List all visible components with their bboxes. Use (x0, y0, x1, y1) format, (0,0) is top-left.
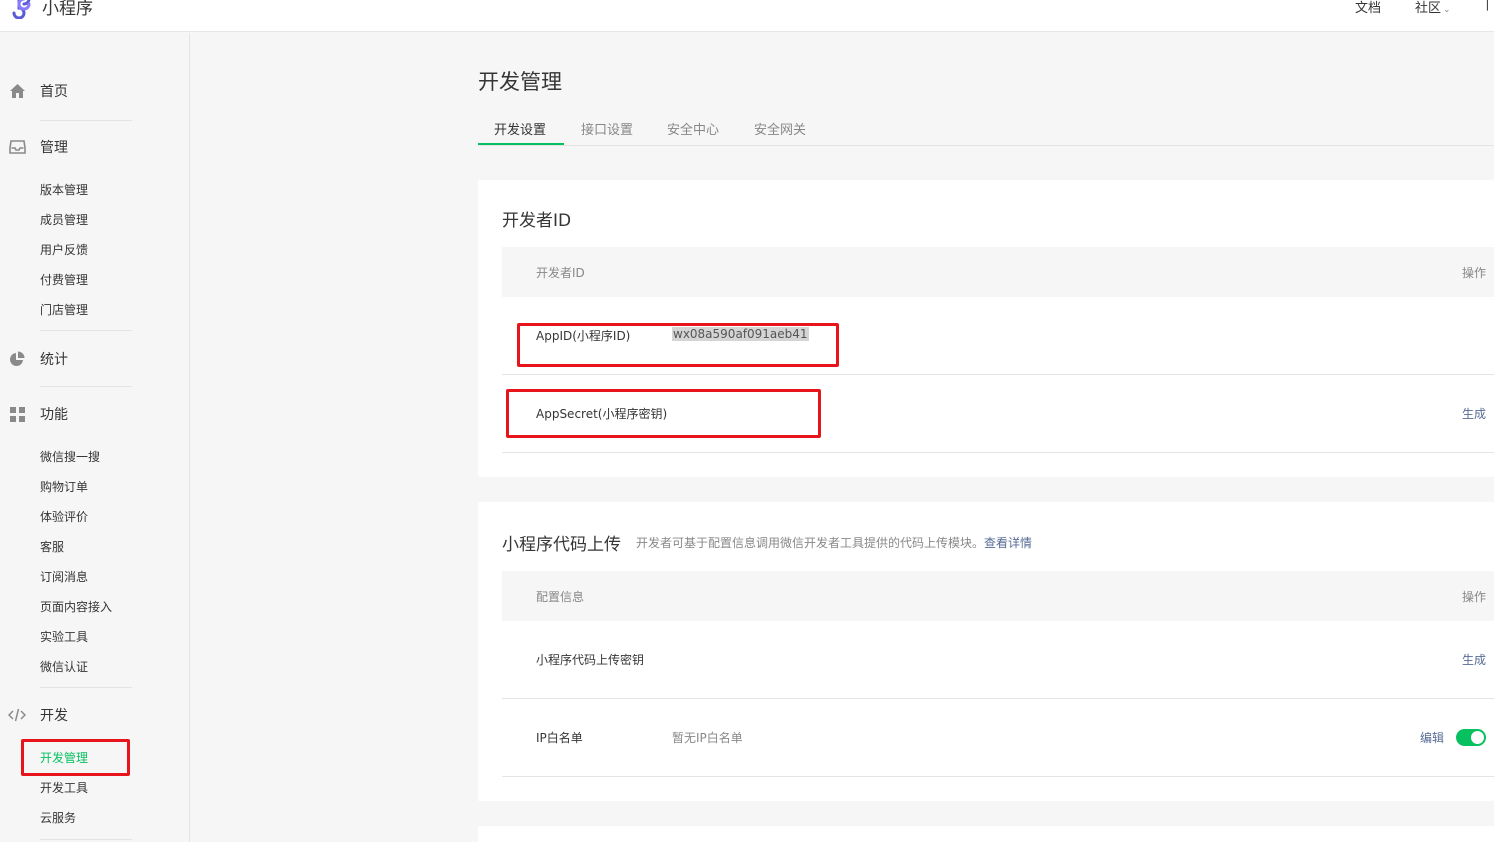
card-title: 小程序代码上传 (502, 535, 621, 555)
highlight-box-appid (517, 323, 839, 367)
sidebar-item-orders[interactable]: 购物订单 (40, 478, 88, 495)
table-header: 开发者ID 操作 (502, 247, 1494, 297)
ip-whitelist-label: IP白名单 (536, 731, 583, 745)
column-header: 操作 (1461, 590, 1486, 604)
grid-icon (8, 405, 26, 423)
sidebar-item-customer-service[interactable]: 客服 (40, 538, 64, 555)
sidebar-item-members[interactable]: 成员管理 (40, 211, 88, 228)
mini-program-logo-icon (12, 0, 31, 19)
active-tab-indicator (478, 143, 564, 145)
sidebar-item-reviews[interactable]: 体验评价 (40, 508, 88, 525)
sidebar-item-stats[interactable]: 统计 (8, 349, 68, 369)
tab-security-gateway[interactable]: 安全网关 (754, 119, 806, 138)
toggle-knob (1471, 731, 1484, 744)
sidebar-divider (40, 839, 132, 840)
sidebar-divider (40, 330, 132, 331)
sidebar-item-version[interactable]: 版本管理 (40, 181, 88, 198)
sidebar-divider (40, 386, 132, 387)
edit-ip-whitelist-link[interactable]: 编辑 (1420, 729, 1444, 746)
next-card (478, 826, 1494, 842)
logo[interactable]: 小程序 (8, 0, 93, 19)
tab-dev-settings[interactable]: 开发设置 (494, 119, 546, 138)
upload-key-label: 小程序代码上传密钥 (536, 653, 645, 667)
ip-whitelist-toggle[interactable] (1456, 729, 1486, 746)
column-header: 开发者ID (536, 266, 585, 280)
table-row-ip-whitelist: IP白名单 暂无IP白名单 编辑 (502, 699, 1494, 777)
sidebar-item-feedback[interactable]: 用户反馈 (40, 241, 88, 258)
sidebar-group-label: 功能 (40, 407, 68, 423)
column-header: 操作 (1461, 266, 1486, 280)
tab-security-center[interactable]: 安全中心 (667, 119, 719, 138)
generate-secret-link[interactable]: 生成 (1462, 405, 1486, 422)
sidebar-item-wechat-verify[interactable]: 微信认证 (40, 658, 88, 675)
sidebar-item-subscribe-messages[interactable]: 订阅消息 (40, 568, 88, 585)
sidebar-group-features[interactable]: 功能 (8, 404, 68, 424)
ip-whitelist-value: 暂无IP白名单 (672, 731, 743, 745)
highlight-box-dev-management (21, 739, 130, 776)
description-text: 开发者可基于配置信息调用微信开发者工具提供的代码上传模块。 (636, 536, 985, 550)
sidebar-group-manage[interactable]: 管理 (8, 137, 68, 157)
sidebar-item-stores[interactable]: 门店管理 (40, 301, 88, 318)
table-row-upload-key: 小程序代码上传密钥 生成 (502, 621, 1494, 699)
highlight-box-appsecret (506, 389, 821, 438)
sidebar-group-label: 开发 (40, 708, 68, 724)
view-details-link[interactable]: 查看详情 (984, 536, 1032, 550)
sidebar-divider (40, 687, 132, 688)
generate-upload-key-link[interactable]: 生成 (1462, 651, 1486, 668)
inbox-icon (8, 138, 26, 156)
sidebar-item-cloud-service[interactable]: 云服务 (40, 809, 76, 826)
sidebar-divider (40, 120, 132, 121)
code-icon (8, 706, 26, 724)
tab-api-settings[interactable]: 接口设置 (581, 119, 633, 138)
top-bar: 小程序 文档 社区 ⌄ ⎸ (0, 0, 1494, 32)
sidebar-item-label: 统计 (40, 352, 68, 368)
sidebar-item-page-content[interactable]: 页面内容接入 (40, 598, 112, 615)
app-name: 小程序 (42, 0, 93, 19)
sidebar-item-home[interactable]: 首页 (8, 81, 68, 101)
nav-docs-link[interactable]: 文档 (1355, 0, 1381, 16)
nav-overflow-item[interactable]: ⎸ (1487, 0, 1494, 12)
home-icon (8, 82, 26, 100)
sidebar-item-payment[interactable]: 付费管理 (40, 271, 88, 288)
card-title: 开发者ID (502, 211, 572, 231)
tab-bar: 开发设置 接口设置 安全中心 安全网关 (478, 112, 1494, 146)
column-header: 配置信息 (536, 590, 585, 604)
nav-community-menu[interactable]: 社区 ⌄ (1415, 0, 1451, 16)
sidebar-group-dev[interactable]: 开发 (8, 705, 68, 725)
sidebar-item-label: 首页 (40, 84, 68, 100)
sidebar-item-dev-tools[interactable]: 开发工具 (40, 779, 88, 796)
nav-community-label: 社区 (1415, 1, 1442, 16)
pie-chart-icon (8, 350, 26, 368)
sidebar-item-wechat-search[interactable]: 微信搜一搜 (40, 448, 100, 465)
table-header: 配置信息 操作 (502, 571, 1494, 621)
card-description: 开发者可基于配置信息调用微信开发者工具提供的代码上传模块。查看详情 (636, 534, 1032, 551)
sidebar-item-experiment-tools[interactable]: 实验工具 (40, 628, 88, 645)
sidebar: 首页 管理 版本管理 成员管理 用户反馈 付费管理 门店管理 统计 功能 微信搜… (0, 33, 190, 842)
page-title: 开发管理 (478, 70, 562, 94)
code-upload-card: 小程序代码上传 开发者可基于配置信息调用微信开发者工具提供的代码上传模块。查看详… (478, 502, 1494, 801)
chevron-down-icon: ⌄ (1443, 5, 1451, 15)
sidebar-group-label: 管理 (40, 140, 68, 156)
